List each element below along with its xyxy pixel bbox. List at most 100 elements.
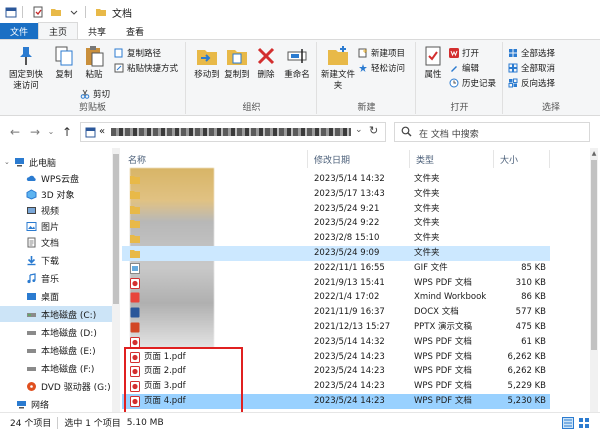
column-header-type[interactable]: 类型 (410, 150, 494, 168)
nav-pane-scrollbar[interactable] (112, 148, 120, 412)
file-size: 5,229 KB (507, 381, 546, 392)
file-row[interactable]: 2021/9/13 15:41 WPS PDF 文档 310 KB (122, 276, 550, 291)
file-modified-date: 2023/5/24 14:23 (314, 381, 385, 392)
new-folder-button[interactable]: 新建文件夹 (320, 44, 356, 92)
select-all-label: 全部选择 (521, 48, 556, 59)
nav-documents[interactable]: 文档 (0, 234, 112, 250)
window-app-icon[interactable] (4, 5, 18, 19)
nav-music[interactable]: 音乐 (0, 270, 112, 286)
new-folder-label: 新建文件夹 (320, 70, 355, 91)
file-modified-date: 2023/5/24 14:23 (314, 366, 385, 377)
tab-home[interactable]: 主页 (38, 22, 79, 39)
customize-quick-access-icon[interactable] (67, 5, 81, 19)
delete-button[interactable]: 删除 (251, 44, 281, 81)
details-view-icon[interactable] (562, 417, 574, 429)
properties-button[interactable]: 属性 (419, 44, 447, 81)
refresh-icon[interactable]: ↻ (369, 124, 378, 137)
tab-share[interactable]: 共享 (78, 23, 116, 39)
nav-videos[interactable]: 视频 (0, 202, 112, 218)
copy-to-label: 复制到 (224, 70, 250, 80)
nav-network[interactable]: 网络 (0, 396, 112, 412)
file-modified-date: 2023/5/24 9:09 (314, 248, 380, 258)
new-folder-quick-icon[interactable] (49, 5, 63, 19)
file-row[interactable]: 2021/11/9 16:37 DOCX 文档 577 KB (122, 305, 550, 320)
edit-button[interactable]: 编辑 (449, 61, 479, 74)
file-row[interactable]: 2021/12/13 15:27 PPTX 演示文稿 475 KB (122, 320, 550, 335)
large-icons-view-icon[interactable] (578, 417, 590, 429)
navigation-pane: ⌄ 此电脑 WPS云盘 3D 对象 视频 图片 文档 下载 音乐 桌面 本地磁盘… (0, 148, 112, 412)
nav-wps-cloud[interactable]: WPS云盘 (0, 170, 112, 186)
column-header-size[interactable]: 大小 (494, 150, 550, 168)
nav-downloads[interactable]: 下载 (0, 252, 112, 268)
file-size: 6,262 KB (507, 351, 546, 362)
back-arrow-icon[interactable]: ← (8, 125, 22, 139)
file-row[interactable]: 2023/5/24 9:09 文件夹 (122, 246, 550, 261)
computer-icon (14, 157, 25, 168)
invert-selection-button[interactable]: 反向选择 (508, 76, 555, 89)
paste-shortcut-label: 粘贴快捷方式 (127, 63, 179, 74)
column-header-name[interactable]: 名称 (122, 150, 308, 168)
forward-arrow-icon[interactable]: → (28, 125, 42, 139)
tab-view[interactable]: 查看 (116, 23, 154, 39)
rename-button[interactable]: 重命名 (279, 44, 315, 81)
new-item-label: 新建项目 (371, 48, 406, 59)
file-type: 文件夹 (414, 248, 440, 258)
nav-desktop[interactable]: 桌面 (0, 288, 112, 304)
file-scroll-thumb[interactable] (591, 160, 597, 350)
folder-icon (130, 248, 140, 259)
select-all-button[interactable]: 全部选择 (508, 46, 555, 59)
column-header-date[interactable]: 修改日期 (308, 150, 410, 168)
ribbon-tabs: 文件 主页 共享 查看 (0, 22, 600, 40)
document-icon (26, 237, 37, 248)
new-item-button[interactable]: 新建项目 (358, 46, 405, 59)
paste-button[interactable]: 粘贴 (76, 44, 112, 81)
cut-button[interactable]: 剪切 (80, 87, 110, 100)
file-row[interactable]: 2022/11/1 16:55 GIF 文件 85 KB (122, 261, 550, 276)
file-row[interactable]: 2023/5/17 13:43 文件夹 (122, 187, 550, 202)
nav-this-pc[interactable]: ⌄ 此电脑 (0, 154, 112, 170)
properties-quick-icon[interactable] (31, 5, 45, 19)
file-row[interactable]: 2022/1/4 17:02 Xmind Workbook 86 KB (122, 290, 550, 305)
file-row[interactable]: 2023/2/8 15:10 文件夹 (122, 231, 550, 246)
file-size (462, 202, 546, 217)
pin-quick-access-button[interactable]: 固定到快速访问 (6, 44, 46, 92)
open-group-label: 打开 (450, 103, 469, 113)
history-button[interactable]: 历史记录 (449, 76, 496, 89)
file-type: DOCX 文档 (414, 307, 459, 318)
file-row[interactable]: 2023/5/24 9:21 文件夹 (122, 202, 550, 217)
select-none-button[interactable]: 全部取消 (508, 61, 555, 74)
copy-path-button[interactable]: 复制路径 (114, 46, 161, 59)
nav-scroll-thumb[interactable] (113, 154, 119, 304)
status-separator (57, 416, 59, 429)
open-button[interactable]: 打开 (449, 46, 479, 59)
tab-file[interactable]: 文件 (0, 23, 38, 39)
file-list-scrollbar[interactable]: ▲ (590, 148, 598, 412)
up-arrow-icon[interactable]: ↑ (60, 125, 74, 139)
rename-label: 重命名 (284, 70, 310, 80)
file-type: 文件夹 (414, 218, 440, 229)
paste-shortcut-button[interactable]: 粘贴快捷方式 (114, 61, 178, 74)
file-size: 5,230 KB (507, 396, 546, 406)
address-bar[interactable]: « ⌄ ↻ (80, 122, 386, 142)
nav-pictures[interactable]: 图片 (0, 218, 112, 234)
nav-dvd-drive[interactable]: DVD 驱动器 (G:) (0, 378, 112, 394)
file-row[interactable]: 2023/5/24 9:22 文件夹 (122, 216, 550, 231)
drive-icon (26, 309, 37, 320)
nav-drive-c[interactable]: 本地磁盘 (C:) (0, 306, 112, 322)
file-icon (130, 292, 140, 303)
copy-to-button[interactable]: 复制到 (219, 44, 255, 81)
network-icon (16, 399, 27, 410)
recent-locations-icon[interactable]: ⌄ (44, 125, 58, 139)
file-scroll-up-icon[interactable]: ▲ (590, 150, 598, 157)
organize-group: 移动到 复制到 删除 重命名 组织 (187, 42, 317, 114)
search-box[interactable]: 在 文档 中搜索 (394, 122, 590, 142)
nav-3d-objects[interactable]: 3D 对象 (0, 186, 112, 202)
nav-drive-e[interactable]: 本地磁盘 (E:) (0, 342, 112, 358)
organize-group-label: 组织 (242, 103, 261, 113)
nav-drive-d[interactable]: 本地磁盘 (D:) (0, 324, 112, 340)
address-dropdown-icon[interactable]: ⌄ (355, 125, 363, 135)
file-row[interactable]: 2023/5/14 14:32 文件夹 (122, 172, 550, 187)
delete-x-icon (254, 44, 278, 68)
easy-access-button[interactable]: 轻松访问 (358, 61, 405, 74)
nav-drive-f[interactable]: 本地磁盘 (F:) (0, 360, 112, 376)
